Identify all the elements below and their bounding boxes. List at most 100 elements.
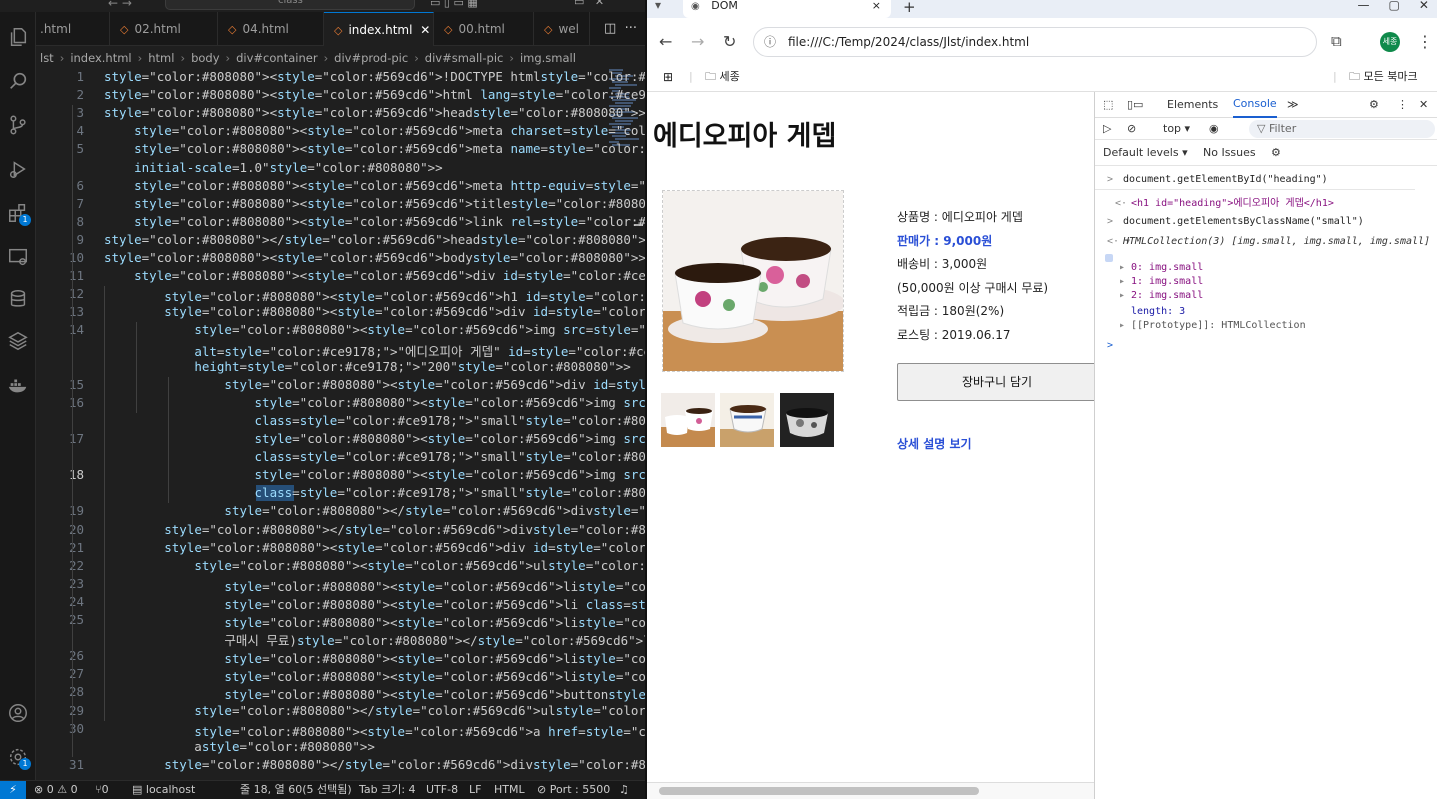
code-line[interactable]: style="color:#808080"><style="color:#569… xyxy=(104,558,645,573)
docker-icon[interactable] xyxy=(5,372,31,398)
code-line[interactable]: 구매시 무료)style="color:#808080"></style="co… xyxy=(104,630,645,649)
live-server-port[interactable]: ⊘ Port : 5500 xyxy=(537,781,610,799)
view-details-link[interactable]: 상세 설명 보기 xyxy=(897,435,972,452)
code-line[interactable]: class=style="color:#ce9178;">"small"styl… xyxy=(104,413,645,428)
new-tab-button[interactable]: + xyxy=(903,0,916,16)
tab-04-html[interactable]: ◇ 04.html xyxy=(218,12,324,46)
code-line[interactable]: style="color:#808080"><style="color:#569… xyxy=(104,576,645,595)
breadcrumb-item[interactable]: html xyxy=(148,51,174,65)
settings-gear-icon[interactable]: 1 xyxy=(5,744,31,770)
console-line[interactable]: > document.getElementById("heading") xyxy=(1095,174,1437,185)
console-line[interactable]: <· <h1 id="heading">에디오피아 게뎁</h1> xyxy=(1095,194,1437,209)
browser-window-controls[interactable]: — ▢ ✕ xyxy=(1357,0,1429,11)
bookmark-folder[interactable]: 🗀 세종 xyxy=(705,66,740,88)
tab-console[interactable]: Console xyxy=(1233,92,1277,118)
code-line[interactable]: style="color:#808080"><style="color:#569… xyxy=(104,286,645,305)
window-controls[interactable]: ▭ ✕ xyxy=(574,0,604,8)
site-info-icon[interactable]: ⓘ xyxy=(764,28,776,56)
breadcrumb-item[interactable]: lst xyxy=(40,51,54,65)
code-line[interactable]: style="color:#808080"><style="color:#569… xyxy=(104,141,645,156)
code-line[interactable]: class=style="color:#ce9178;">"small"styl… xyxy=(104,485,645,500)
address-bar[interactable]: ⓘ file:///C:/Temp/2024/class/Jlst/index.… xyxy=(753,27,1317,57)
log-levels-dropdown[interactable]: Default levels ▾ xyxy=(1103,140,1188,166)
code-line[interactable]: style="color:#808080"><style="color:#569… xyxy=(104,684,645,703)
source-control-icon[interactable] xyxy=(5,112,31,138)
console-line[interactable]: ▸ [[Prototype]]: HTMLCollection xyxy=(1095,320,1437,331)
thumbnail-coffee-gray[interactable] xyxy=(780,393,834,447)
breadcrumb-item[interactable]: div#container xyxy=(236,51,317,65)
code-line[interactable]: style="color:#808080"><style="color:#569… xyxy=(104,87,645,102)
console-line[interactable]: length: 3 xyxy=(1095,306,1437,317)
more-tabs-icon[interactable]: ≫ xyxy=(1287,92,1299,118)
code-line[interactable]: style="color:#808080"></style="color:#56… xyxy=(104,503,645,518)
menu-kebab-icon[interactable]: ⋮ xyxy=(1417,32,1433,51)
code-line[interactable]: style="color:#808080"><style="color:#569… xyxy=(104,395,645,410)
code-line[interactable]: style="color:#808080"><style="color:#569… xyxy=(104,69,645,84)
code-line[interactable]: style="color:#808080"><style="color:#569… xyxy=(104,178,645,193)
code-line[interactable]: style="color:#808080"><style="color:#569… xyxy=(104,666,645,685)
problems-status[interactable]: ⊗ 0 ⚠ 0 xyxy=(34,781,78,799)
more-actions-icon[interactable]: ··· xyxy=(625,21,637,36)
tab-search-icon[interactable]: ▾ xyxy=(655,0,661,12)
profile-avatar[interactable]: 세종 xyxy=(1380,32,1400,52)
code-line[interactable]: style="color:#808080"><style="color:#569… xyxy=(104,540,645,555)
back-arrow-icon[interactable]: ← xyxy=(659,32,672,51)
devtools-settings-icon[interactable]: ⚙ xyxy=(1369,92,1379,118)
add-to-cart-button[interactable]: 장바구니 담기 xyxy=(897,363,1094,401)
apps-grid-icon[interactable]: ⊞ xyxy=(663,66,673,88)
account-icon[interactable] xyxy=(5,700,31,726)
command-center-search[interactable]: class xyxy=(165,0,415,10)
close-tab-icon[interactable]: × xyxy=(872,0,881,12)
code-line[interactable]: style="color:#808080"></style="color:#56… xyxy=(104,703,645,718)
code-line[interactable]: class=style="color:#ce9178;">"small"styl… xyxy=(104,449,645,464)
breadcrumb-item[interactable]: img.small xyxy=(520,51,576,65)
all-bookmarks[interactable]: 🗀 모든 북마크 xyxy=(1349,66,1418,88)
code-editor[interactable]: 1 style="color:#808080"><style="color:#56… xyxy=(36,69,645,780)
tab-wel[interactable]: ◇ wel xyxy=(534,12,590,46)
extensions-puzzle-icon[interactable]: ⧉ xyxy=(1331,32,1342,50)
context-selector[interactable]: top ▾ xyxy=(1163,118,1190,140)
console-line[interactable]: > xyxy=(1095,340,1437,351)
code-line[interactable]: style="color:#808080"><style="color:#569… xyxy=(104,594,645,613)
console-line[interactable]: <· ▾HTMLCollection(3) [img.small, img.sm… xyxy=(1095,236,1437,247)
console-filter-input[interactable]: ▽ Filter xyxy=(1249,120,1435,138)
code-line[interactable]: style="color:#808080"><style="color:#569… xyxy=(104,648,645,667)
close-icon[interactable]: ✕ xyxy=(420,23,430,37)
remote-explorer-icon[interactable] xyxy=(5,244,31,270)
split-editor-icon[interactable]: ◫ xyxy=(604,21,616,36)
nav-back-forward-icon[interactable]: ← → xyxy=(108,0,132,10)
info-badge-icon[interactable] xyxy=(1105,254,1113,262)
layout-icons[interactable]: ▭ ▯ ▭ ▦ xyxy=(430,0,478,9)
tab-02-html[interactable]: ◇ 02.html xyxy=(110,12,218,46)
ports-status[interactable]: ⑂0 xyxy=(95,781,109,799)
code-line[interactable]: style="color:#808080"><style="color:#569… xyxy=(104,123,645,138)
code-line[interactable]: alt=style="color:#ce9178;">"에디오피아 게뎁" id… xyxy=(104,341,645,360)
run-debug-icon[interactable] xyxy=(5,156,31,182)
code-line[interactable]: style="color:#808080"><style="color:#569… xyxy=(104,304,645,319)
thumbnail-coffee-blue[interactable] xyxy=(720,393,774,447)
language-mode[interactable]: HTML xyxy=(494,781,525,799)
issues-counter[interactable]: No Issues xyxy=(1203,140,1256,166)
eol[interactable]: LF xyxy=(469,781,481,799)
close-devtools-icon[interactable]: ✕ xyxy=(1419,92,1428,118)
encoding[interactable]: UTF-8 xyxy=(426,781,458,799)
reload-icon[interactable]: ↻ xyxy=(723,32,736,51)
console-settings-icon[interactable]: ⚙ xyxy=(1271,140,1281,166)
console-line[interactable]: ▸ 0: img.small xyxy=(1095,262,1437,273)
code-line[interactable]: style="color:#808080"><style="color:#569… xyxy=(104,214,645,229)
code-line[interactable]: astyle="color:#808080">> xyxy=(104,739,375,754)
tab-index-html[interactable]: ◇ index.html ✕ xyxy=(324,12,434,46)
browser-tab[interactable]: ◉ DOM × xyxy=(683,0,891,18)
breadcrumb-item[interactable]: body xyxy=(191,51,219,65)
breadcrumb-item[interactable]: div#prod-pic xyxy=(334,51,408,65)
scrollbar-thumb[interactable] xyxy=(659,787,979,795)
console-line[interactable]: ▸ 2: img.small xyxy=(1095,290,1437,301)
code-line[interactable]: style="color:#808080"></style="color:#56… xyxy=(104,232,645,247)
extensions-icon[interactable]: 1 xyxy=(5,200,31,226)
remote-indicator-icon[interactable]: ⚡ xyxy=(0,781,26,799)
code-line[interactable]: style="color:#808080"><style="color:#569… xyxy=(104,196,645,211)
breadcrumb-item[interactable]: index.html xyxy=(70,51,131,65)
tab-html[interactable]: .html xyxy=(36,12,110,46)
live-expression-eye-icon[interactable]: ◉ xyxy=(1209,118,1219,140)
tab-actions[interactable]: ◫ ··· xyxy=(604,12,637,46)
